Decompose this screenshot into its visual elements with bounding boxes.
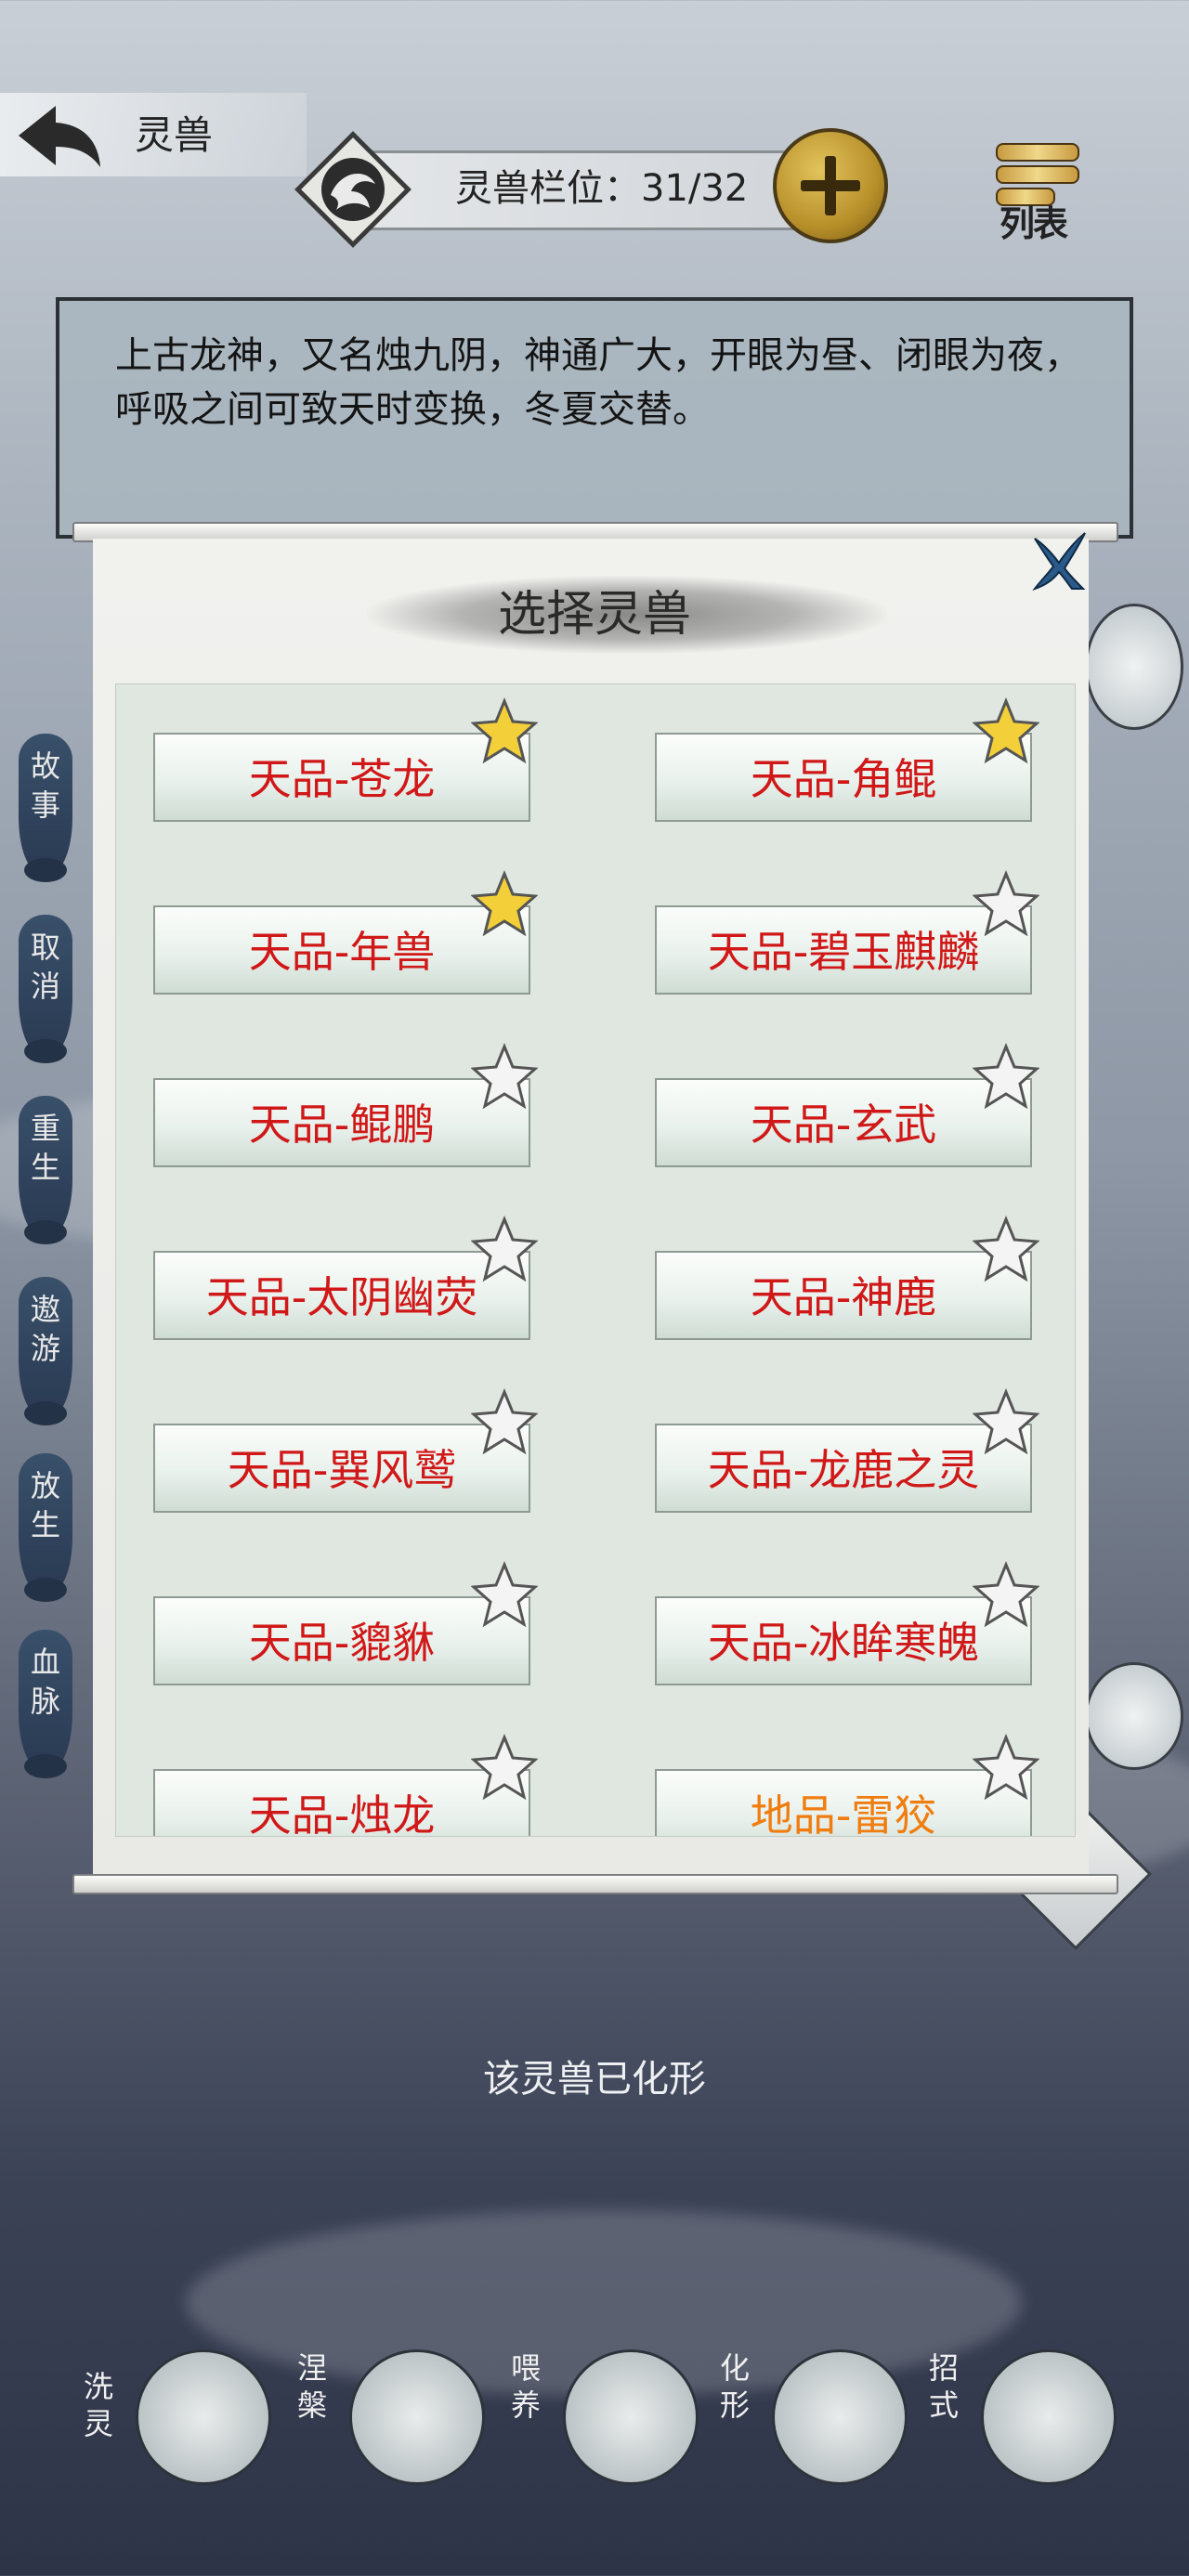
status-text: 该灵兽已化形 — [483, 2058, 706, 2101]
beast-list[interactable]: 天品-苍龙 天品-角鲲 天品-年兽 天品-碧玉麒麟 天品-鲲鹏 天品-玄武 天品… — [115, 683, 1076, 1837]
feed-button[interactable]: 喂养 — [511, 2349, 699, 2489]
side-label: 故事 — [30, 748, 60, 823]
beast-option[interactable]: 天品-碧玉麒麟 — [655, 870, 1039, 995]
transform-button[interactable]: 化形 — [720, 2349, 908, 2489]
star-filled-icon — [973, 697, 1039, 764]
star-empty-icon — [471, 1216, 538, 1282]
list-label: 列表 — [1000, 203, 1068, 244]
star-empty-icon — [471, 1388, 538, 1455]
nirvana-button[interactable]: 涅槃 — [297, 2349, 485, 2489]
list-icon-bar — [996, 165, 1079, 184]
back-arrow-icon — [19, 106, 100, 167]
right-ornament-icon[interactable] — [1085, 1662, 1183, 1770]
wash-spirit-button[interactable]: 洗灵 — [84, 2349, 271, 2489]
star-empty-icon — [471, 1734, 538, 1801]
beast-option[interactable]: 天品-龙鹿之灵 — [655, 1388, 1039, 1513]
action-label: 招式 — [929, 2350, 960, 2423]
side-button-story[interactable]: 故事 — [19, 734, 72, 882]
side-button-bloodline[interactable]: 血脉 — [19, 1630, 72, 1778]
side-label: 遨游 — [30, 1292, 60, 1366]
star-empty-icon — [973, 1388, 1039, 1455]
beast-option[interactable]: 天品-神鹿 — [655, 1216, 1039, 1340]
phoenix-swirl-icon — [349, 2349, 485, 2485]
scroll-rod-bottom — [72, 1874, 1118, 1894]
side-label: 重生 — [30, 1111, 60, 1185]
side-label: 血脉 — [30, 1645, 60, 1719]
skills-button[interactable]: 招式 — [929, 2349, 1117, 2489]
beast-option[interactable]: 天品-鲲鹏 — [153, 1043, 538, 1167]
slot-count-text: 灵兽栏位：31/32 — [455, 167, 749, 210]
beast-option[interactable]: 天品-烛龙 — [153, 1734, 538, 1836]
side-button-cancel[interactable]: 取消 — [19, 915, 72, 1063]
cauldron-icon — [136, 2349, 271, 2485]
page-title: 灵兽 — [135, 112, 214, 158]
star-empty-icon — [471, 1561, 538, 1628]
star-empty-icon — [973, 1043, 1039, 1110]
dragon-figure-icon — [772, 2349, 908, 2485]
star-empty-icon — [973, 1561, 1039, 1628]
beast-option[interactable]: 地品-雷狡 — [655, 1734, 1039, 1836]
phoenix-emblem-icon — [294, 130, 412, 249]
action-label: 化形 — [720, 2350, 751, 2423]
meat-icon — [563, 2349, 699, 2485]
back-button[interactable] — [13, 100, 106, 171]
beast-option[interactable]: 天品-角鲲 — [655, 697, 1039, 822]
beast-option[interactable]: 天品-太阴幽荧 — [153, 1216, 538, 1340]
scroll-icon — [981, 2349, 1117, 2485]
beast-option[interactable]: 天品-苍龙 — [153, 697, 538, 822]
star-filled-icon — [471, 697, 538, 764]
list-button[interactable]: 列表 — [985, 139, 1096, 244]
side-button-roam[interactable]: 遨游 — [19, 1277, 72, 1425]
side-button-rebirth[interactable]: 重生 — [19, 1096, 72, 1244]
list-icon — [996, 143, 1079, 162]
description-panel: 上古龙神，又名烛九阴，神通广大，开眼为昼、闭眼为夜，呼吸之间可致天时变换，冬夏交… — [56, 297, 1133, 539]
star-empty-icon — [973, 1734, 1039, 1801]
beast-option[interactable]: 天品-年兽 — [153, 870, 538, 995]
beast-option[interactable]: 天品-冰眸寒魄 — [655, 1561, 1039, 1685]
description-text: 上古龙神，又名烛九阴，神通广大，开眼为昼、闭眼为夜，呼吸之间可致天时变换，冬夏交… — [115, 334, 1081, 431]
side-button-release[interactable]: 放生 — [19, 1453, 72, 1602]
beast-option[interactable]: 天品-玄武 — [655, 1043, 1039, 1167]
side-label: 放生 — [30, 1468, 60, 1542]
star-empty-icon — [973, 1216, 1039, 1282]
action-label: 涅槃 — [297, 2350, 328, 2423]
add-slot-button[interactable] — [773, 128, 888, 243]
star-empty-icon — [471, 1043, 538, 1110]
star-empty-icon — [973, 870, 1039, 937]
beast-option[interactable]: 天品-巽风鹫 — [153, 1388, 538, 1513]
star-filled-icon — [471, 870, 538, 937]
beast-option[interactable]: 天品-貔貅 — [153, 1561, 538, 1685]
dialog-title: 选择灵兽 — [497, 587, 691, 643]
action-label: 洗灵 — [84, 2369, 114, 2441]
side-label: 取消 — [30, 930, 60, 1004]
action-label: 喂养 — [511, 2350, 542, 2423]
